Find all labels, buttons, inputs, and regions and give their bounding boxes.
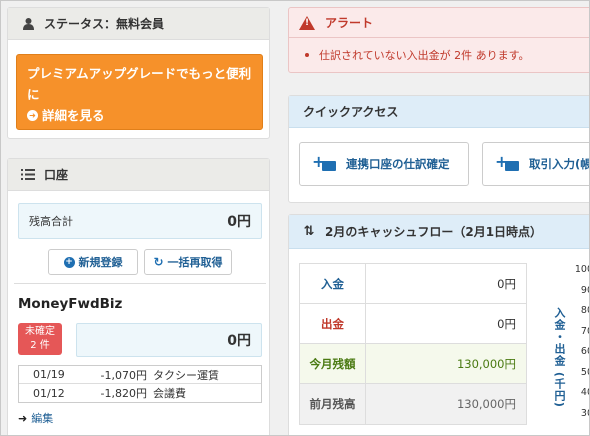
y-tick-label: 30 <box>580 407 589 419</box>
premium-upgrade-button[interactable]: プレミアムアップグレードでもっと便利 に ➜ 詳細を見る <box>16 54 263 130</box>
cashflow-table: 入金 0円 出金 0円 今月残額 130,000円 前月残高 130,000円 <box>299 263 527 425</box>
accounts-title: 口座 <box>44 168 69 182</box>
user-icon <box>20 17 36 30</box>
edit-link[interactable]: ➜ 編集 <box>18 410 53 426</box>
expense-value: 0円 <box>497 316 516 331</box>
transaction-row[interactable]: 01/12 -1,820円 会議費 <box>19 384 261 402</box>
confirm-linked-entries-label: 連携口座の仕訳確定 <box>346 157 450 171</box>
unconfirmed-count: 2 件 <box>30 340 50 351</box>
total-balance-label: 残高合計 <box>29 215 73 228</box>
status-panel: ステータス：無料会員 プレミアムアップグレードでもっと便利 に ➜ 詳細を見る <box>7 7 270 139</box>
balance-label: 今月残額 <box>300 344 366 383</box>
y-tick-label: 70 <box>580 325 589 337</box>
upgrade-more-link[interactable]: ➜ 詳細を見る <box>27 105 252 126</box>
cashflow-panel: ⇅ 2月のキャッシュフロー（2月1日時点） 入金 0円 出金 0円 今月残額 1… <box>288 214 589 435</box>
confirm-linked-entries-button[interactable]: + 連携口座の仕訳確定 <box>299 142 469 186</box>
cashflow-row-balance: 今月残額 130,000円 <box>300 344 526 384</box>
refresh-all-label: 一括再取得 <box>167 256 223 269</box>
previous-balance-value: 130,000円 <box>456 397 516 411</box>
new-account-label: 新規登録 <box>78 256 123 269</box>
arrow-right-circle-icon: ➜ <box>27 110 38 121</box>
app-frame: ステータス：無料会員 プレミアムアップグレードでもっと便利 に ➜ 詳細を見る … <box>0 0 590 436</box>
transaction-list: 01/19 -1,070円 タクシー運賃 01/12 -1,820円 会議費 <box>18 365 262 403</box>
previous-balance-label: 前月残高 <box>300 384 366 424</box>
divider <box>14 283 266 284</box>
alert-message: 仕訳されていない入出金が 2件 あります。 <box>319 49 530 62</box>
transaction-date: 01/12 <box>33 386 65 400</box>
edit-label: 編集 <box>31 412 54 425</box>
alert-message-item[interactable]: 仕訳されていない入出金が 2件 あります。 <box>289 38 589 63</box>
unconfirmed-badge[interactable]: 未確定 2 件 <box>18 323 62 355</box>
income-value: 0円 <box>497 276 516 291</box>
status-title: ステータス：無料会員 <box>44 17 165 31</box>
plus-circle-icon: + <box>63 256 75 268</box>
bullet-icon <box>305 53 309 57</box>
alert-header: ! アラート <box>289 8 589 38</box>
y-tick-label: 100 <box>574 264 589 275</box>
upgrade-text-line2: に <box>27 87 40 102</box>
upgrade-more-label: 詳細を見る <box>42 108 105 123</box>
arrow-right-icon: ➜ <box>18 411 28 425</box>
y-tick-label: 50 <box>580 366 589 378</box>
y-tick-label: 80 <box>580 305 589 316</box>
transaction-date: 01/19 <box>33 368 65 381</box>
y-tick-label: 40 <box>580 387 589 398</box>
transaction-amount: -1,070円 <box>100 368 147 382</box>
accounts-header: 口座 <box>8 159 269 191</box>
income-label: 入金 <box>300 264 366 303</box>
chart-y-axis-label: 入金・出金 (千円) <box>553 307 566 408</box>
quick-access-header: クイックアクセス <box>289 96 589 128</box>
total-balance-box: 残高合計 0円 <box>18 203 262 239</box>
expense-label: 出金 <box>300 304 366 343</box>
transaction-name: 会議費 <box>153 387 186 400</box>
cashflow-row-previous: 前月残高 130,000円 <box>300 384 526 424</box>
add-folder-icon: + <box>495 152 521 174</box>
balance-value: 130,000円 <box>456 356 516 371</box>
transaction-name: タクシー運賃 <box>153 368 219 382</box>
refresh-all-button[interactable]: ↻ 一括再取得 <box>144 249 232 275</box>
alert-title: アラート <box>325 16 374 30</box>
quick-access-title: クイックアクセス <box>303 105 399 119</box>
account-balance: 0円 <box>76 323 262 357</box>
chart-y-ticks: 100 90 80 70 60 50 40 30 <box>567 264 589 429</box>
sort-arrows-icon: ⇅ <box>303 224 315 239</box>
alert-panel: ! アラート 仕訳されていない入出金が 2件 あります。 <box>288 7 589 73</box>
transaction-row[interactable]: 01/19 -1,070円 タクシー運賃 <box>19 366 261 384</box>
accounts-panel: 口座 残高合計 0円 + 新規登録 ↻ 一括再取得 MoneyFwdBiz 未確… <box>7 158 270 435</box>
cashflow-header: ⇅ 2月のキャッシュフロー（2月1日時点） <box>289 215 589 249</box>
quick-access-panel: クイックアクセス + 連携口座の仕訳確定 + 取引入力(帳 <box>288 95 590 203</box>
y-tick-label: 60 <box>580 346 589 357</box>
unconfirmed-label: 未確定 <box>25 326 55 337</box>
status-header: ステータス：無料会員 <box>8 8 269 40</box>
refresh-icon: ↻ <box>153 255 164 269</box>
upgrade-text-line1: プレミアムアップグレードでもっと便利 <box>27 66 252 81</box>
account-name[interactable]: MoneyFwdBiz <box>18 296 122 312</box>
list-icon <box>20 169 36 180</box>
cashflow-title: 2月のキャッシュフロー（2月1日時点） <box>325 225 543 239</box>
cashflow-row-income: 入金 0円 <box>300 264 526 304</box>
y-tick-label: 90 <box>580 284 589 296</box>
transaction-entry-label: 取引入力(帳 <box>529 157 590 171</box>
transaction-entry-button[interactable]: + 取引入力(帳 <box>482 142 590 186</box>
total-balance-value: 0円 <box>227 214 251 230</box>
cashflow-row-expense: 出金 0円 <box>300 304 526 344</box>
transaction-amount: -1,820円 <box>100 387 147 400</box>
add-folder-icon: + <box>312 152 338 174</box>
warning-icon: ! <box>299 15 315 30</box>
new-account-button[interactable]: + 新規登録 <box>48 249 138 275</box>
